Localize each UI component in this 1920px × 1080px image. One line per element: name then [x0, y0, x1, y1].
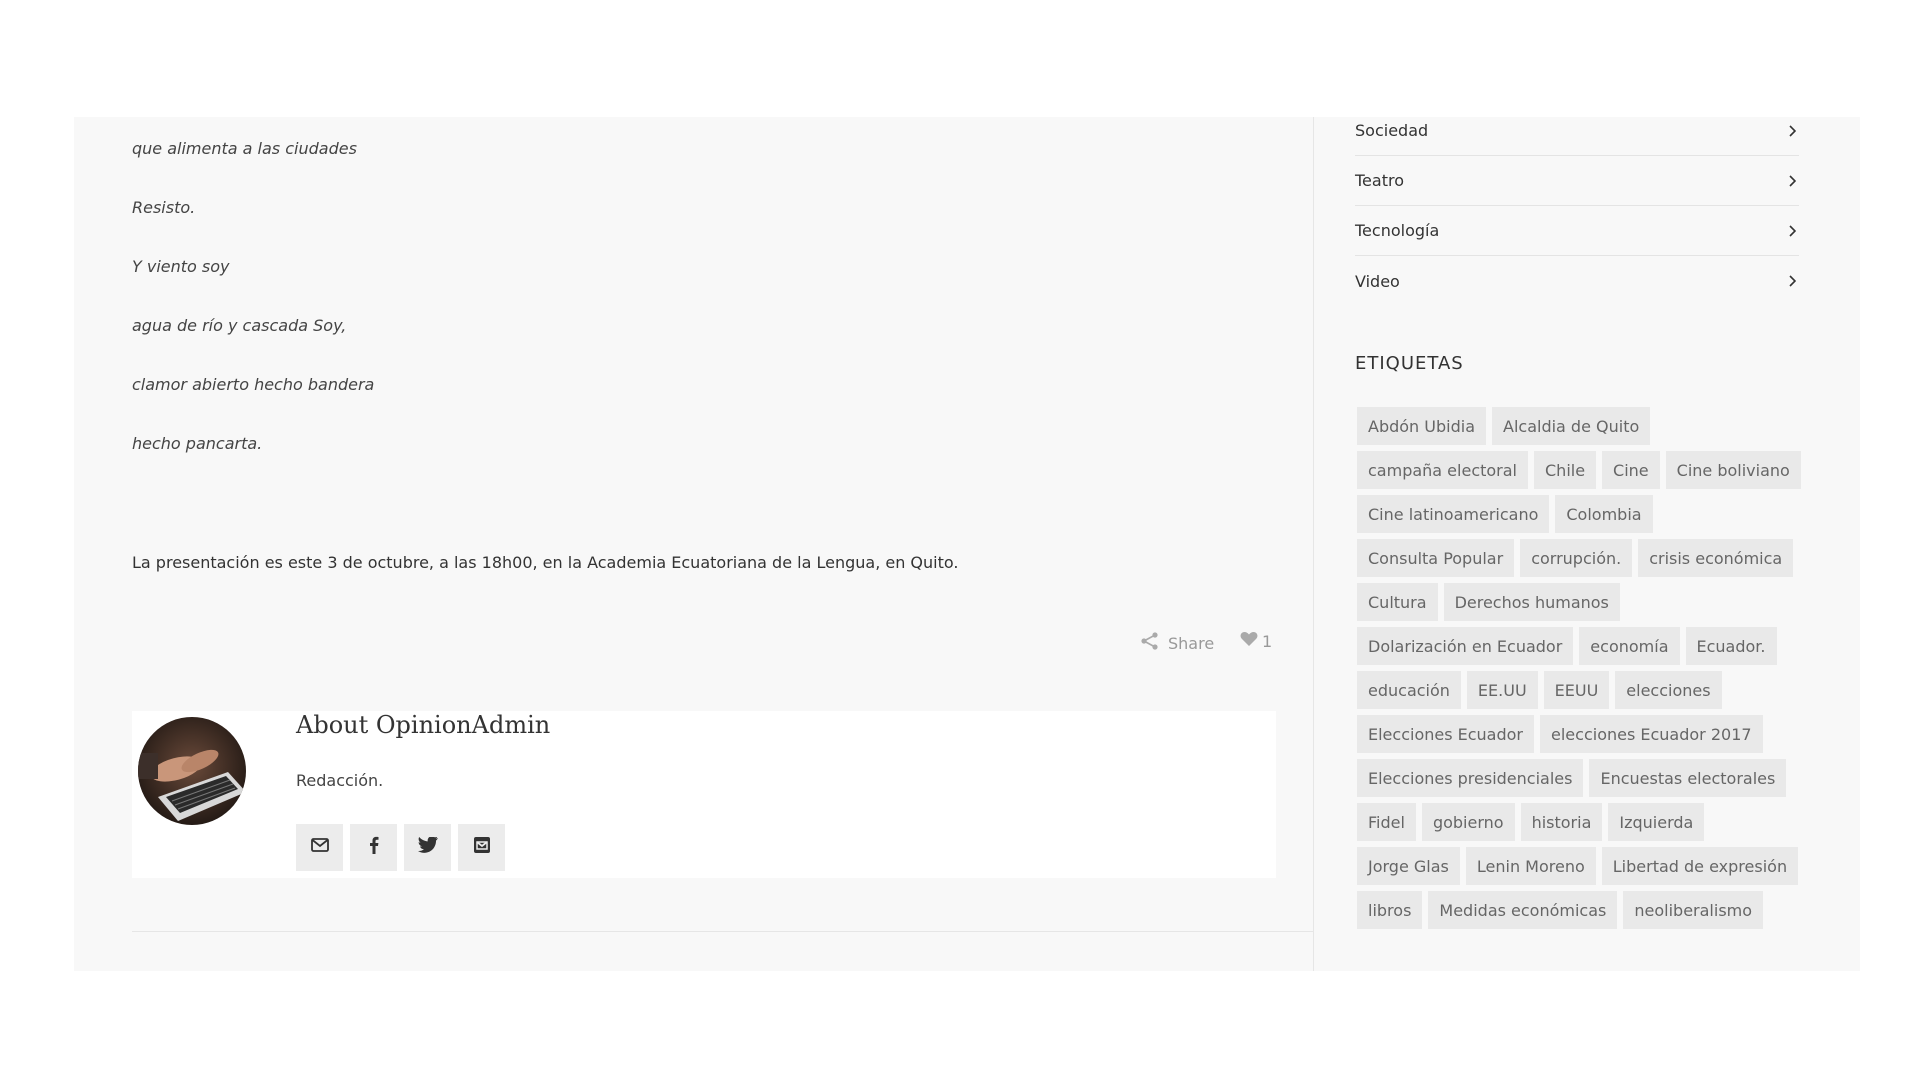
article-content: que alimenta a las ciudades Resisto. Y v…	[74, 117, 1314, 971]
like-button[interactable]: 1	[1240, 631, 1272, 651]
tag-link[interactable]: EE.UU	[1466, 671, 1538, 709]
tag-link[interactable]: libros	[1357, 891, 1423, 929]
tag-link[interactable]: neoliberalismo	[1623, 891, 1764, 929]
tag-link[interactable]: Jorge Glas	[1357, 847, 1460, 885]
tag-link[interactable]: Encuestas electorales	[1589, 759, 1787, 797]
tag-link[interactable]: Cine boliviano	[1665, 451, 1801, 489]
tag-link[interactable]: Elecciones Ecuador	[1357, 715, 1535, 753]
tag-link[interactable]: Cine latinoamericano	[1357, 495, 1550, 533]
facebook-button[interactable]	[350, 824, 397, 871]
tag-link[interactable]: educación	[1357, 671, 1461, 709]
article-paragraph: La presentación es este 3 de octubre, a …	[132, 553, 959, 572]
tag-link[interactable]: Ecuador.	[1685, 627, 1777, 665]
facebook-icon	[369, 836, 379, 859]
category-label: Video	[1355, 271, 1400, 291]
author-social-links	[296, 824, 505, 871]
chevron-right-icon	[1785, 174, 1799, 188]
chevron-right-icon	[1785, 224, 1799, 238]
tag-link[interactable]: crisis económica	[1638, 539, 1794, 577]
poem-line: Resisto.	[132, 198, 196, 217]
tag-link[interactable]: Cultura	[1357, 583, 1438, 621]
tag-cloud: Abdón Ubidia Alcaldia de Quito campaña e…	[1357, 407, 1801, 929]
tag-link[interactable]: Alcaldia de Quito	[1492, 407, 1651, 445]
category-label: Tecnología	[1355, 221, 1440, 240]
category-item-tecnologia[interactable]: Tecnología	[1355, 206, 1799, 256]
poem-line: clamor abierto hecho bandera	[132, 375, 375, 394]
tag-link[interactable]: Cine	[1602, 451, 1660, 489]
tag-link[interactable]: gobierno	[1421, 803, 1515, 841]
poem-line: Y viento soy	[132, 257, 230, 276]
tag-link[interactable]: Abdón Ubidia	[1357, 407, 1486, 445]
inbox-button[interactable]	[458, 824, 505, 871]
chevron-right-icon	[1785, 274, 1799, 288]
tag-link[interactable]: corrupción.	[1520, 539, 1633, 577]
content-divider	[132, 931, 1314, 932]
inbox-icon	[473, 836, 491, 859]
tag-link[interactable]: Dolarización en Ecuador	[1357, 627, 1574, 665]
tag-link[interactable]: EEUU	[1543, 671, 1610, 709]
category-item-teatro[interactable]: Teatro	[1355, 156, 1799, 206]
like-count: 1	[1262, 631, 1273, 651]
tag-link[interactable]: Chile	[1534, 451, 1597, 489]
tags-title: ETIQUETAS	[1355, 353, 1464, 374]
category-item-sociedad[interactable]: Sociedad	[1355, 117, 1799, 156]
poem-line: que alimenta a las ciudades	[132, 139, 357, 158]
share-icon	[1140, 631, 1160, 655]
author-box: About OpinionAdmin Redacción.	[132, 711, 1276, 878]
tag-link[interactable]: Elecciones presidenciales	[1357, 759, 1584, 797]
tag-link[interactable]: campaña electoral	[1357, 451, 1528, 489]
tag-link[interactable]: Izquierda	[1608, 803, 1705, 841]
tag-link[interactable]: Consulta Popular	[1357, 539, 1515, 577]
twitter-button[interactable]	[404, 824, 451, 871]
tag-link[interactable]: elecciones Ecuador 2017	[1540, 715, 1763, 753]
tag-link[interactable]: Colombia	[1555, 495, 1653, 533]
tag-link[interactable]: elecciones	[1615, 671, 1722, 709]
poem-line: agua de río y cascada Soy,	[132, 316, 347, 335]
share-button[interactable]: Share	[1140, 631, 1214, 655]
email-icon	[310, 838, 329, 857]
category-label: Teatro	[1355, 171, 1404, 190]
author-description: Redacción.	[296, 771, 384, 790]
tag-link[interactable]: Fidel	[1357, 803, 1416, 841]
page-container: que alimenta a las ciudades Resisto. Y v…	[74, 117, 1860, 971]
sidebar: Sociedad Teatro Tecnología Video ETIQUET…	[1355, 117, 1801, 971]
tag-link[interactable]: Derechos humanos	[1443, 583, 1620, 621]
chevron-right-icon	[1785, 124, 1799, 138]
author-title: About OpinionAdmin	[296, 711, 551, 739]
category-item-video[interactable]: Video	[1355, 256, 1799, 306]
tag-link[interactable]: economía	[1579, 627, 1680, 665]
heart-icon	[1240, 631, 1258, 651]
tag-link[interactable]: Medidas económicas	[1428, 891, 1618, 929]
poem-line: hecho pancarta.	[132, 434, 263, 453]
share-label: Share	[1168, 633, 1215, 653]
tag-link[interactable]: Libertad de expresión	[1601, 847, 1799, 885]
email-button[interactable]	[296, 824, 343, 871]
tag-link[interactable]: Lenin Moreno	[1465, 847, 1596, 885]
category-label: Sociedad	[1355, 121, 1429, 140]
tag-link[interactable]: historia	[1520, 803, 1603, 841]
twitter-icon	[417, 836, 438, 858]
avatar	[138, 717, 246, 825]
